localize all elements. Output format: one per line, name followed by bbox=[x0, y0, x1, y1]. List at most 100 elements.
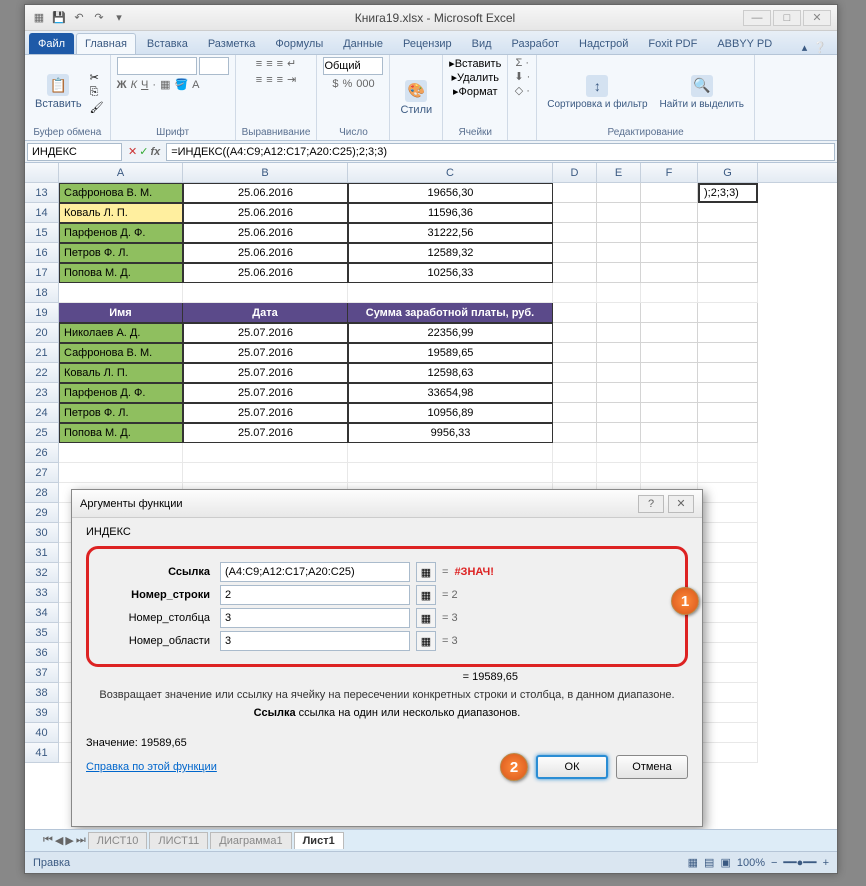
ref-picker-icon[interactable]: ▦ bbox=[416, 562, 436, 582]
row-header[interactable]: 20 bbox=[25, 323, 59, 343]
fill-down-icon[interactable]: ⬇ · bbox=[514, 70, 530, 83]
cell[interactable]: Сафронова В. М. bbox=[59, 343, 183, 363]
tab-review[interactable]: Рецензир bbox=[394, 33, 461, 54]
close-button[interactable]: ✕ bbox=[803, 10, 831, 26]
row-header[interactable]: 21 bbox=[25, 343, 59, 363]
align-bot-icon[interactable]: ≡ bbox=[277, 58, 283, 70]
fill-icon[interactable]: 🪣 bbox=[174, 78, 188, 91]
zoom-slider[interactable]: ━━●━━ bbox=[783, 856, 816, 869]
cell[interactable] bbox=[597, 203, 641, 223]
underline-button[interactable]: Ч bbox=[141, 79, 148, 91]
minimize-button[interactable]: — bbox=[743, 10, 771, 26]
view-break-icon[interactable]: ▣ bbox=[720, 856, 730, 869]
row-header[interactable]: 30 bbox=[25, 523, 59, 543]
cell[interactable] bbox=[553, 223, 597, 243]
sheet-tab[interactable]: ЛИСТ10 bbox=[88, 832, 148, 849]
delete-cells-button[interactable]: ▸Удалить bbox=[451, 71, 499, 84]
cell[interactable] bbox=[641, 243, 698, 263]
tab-data[interactable]: Данные bbox=[334, 33, 392, 54]
cell[interactable]: 12598,63 bbox=[348, 363, 553, 383]
cell[interactable]: 25.07.2016 bbox=[183, 343, 348, 363]
cell[interactable]: Петров Ф. Л. bbox=[59, 403, 183, 423]
find-select-button[interactable]: 🔍Найти и выделить bbox=[656, 73, 748, 112]
cell[interactable] bbox=[553, 243, 597, 263]
cell[interactable] bbox=[553, 203, 597, 223]
cell[interactable]: Попова М. Д. bbox=[59, 263, 183, 283]
cell[interactable] bbox=[553, 183, 597, 203]
cell[interactable]: Коваль Л. П. bbox=[59, 203, 183, 223]
help-link[interactable]: Справка по этой функции bbox=[86, 761, 217, 773]
cell[interactable]: 19656,30 bbox=[348, 183, 553, 203]
col-F[interactable]: F bbox=[641, 163, 698, 182]
row-header[interactable]: 32 bbox=[25, 563, 59, 583]
cell[interactable]: 11596,36 bbox=[348, 203, 553, 223]
help-icon[interactable]: ❔ bbox=[813, 41, 827, 54]
row-header[interactable]: 17 bbox=[25, 263, 59, 283]
header-cell[interactable]: Дата bbox=[183, 303, 348, 323]
currency-icon[interactable]: $ bbox=[332, 78, 338, 90]
select-all[interactable] bbox=[25, 163, 59, 182]
col-D[interactable]: D bbox=[553, 163, 597, 182]
row-header[interactable]: 22 bbox=[25, 363, 59, 383]
cell[interactable] bbox=[597, 243, 641, 263]
italic-button[interactable]: К bbox=[131, 79, 137, 91]
fx-icon[interactable]: fx bbox=[150, 146, 160, 158]
maximize-button[interactable]: □ bbox=[773, 10, 801, 26]
row-header[interactable]: 33 bbox=[25, 583, 59, 603]
align-left-icon[interactable]: ≡ bbox=[256, 74, 262, 86]
row-header[interactable]: 19 bbox=[25, 303, 59, 323]
cell[interactable]: 25.06.2016 bbox=[183, 263, 348, 283]
zoom-in-icon[interactable]: + bbox=[823, 857, 829, 869]
row-header[interactable]: 24 bbox=[25, 403, 59, 423]
tab-addins[interactable]: Надстрой bbox=[570, 33, 637, 54]
cell[interactable]: 19589,65 bbox=[348, 343, 553, 363]
cell[interactable]: 25.06.2016 bbox=[183, 183, 348, 203]
sheet-tab-active[interactable]: Лист1 bbox=[294, 832, 344, 849]
col-A[interactable]: A bbox=[59, 163, 183, 182]
row-header[interactable]: 16 bbox=[25, 243, 59, 263]
ref-picker-icon[interactable]: ▦ bbox=[416, 585, 436, 605]
tab-insert[interactable]: Вставка bbox=[138, 33, 197, 54]
cell[interactable]: 25.06.2016 bbox=[183, 223, 348, 243]
row-header[interactable]: 13 bbox=[25, 183, 59, 203]
font-color-icon[interactable]: A bbox=[192, 79, 199, 91]
cell[interactable] bbox=[698, 203, 758, 223]
row-header[interactable]: 28 bbox=[25, 483, 59, 503]
sheet-tab[interactable]: ЛИСТ11 bbox=[149, 832, 208, 849]
ribbon-minimize-icon[interactable]: ▴ bbox=[802, 41, 808, 54]
align-mid-icon[interactable]: ≡ bbox=[266, 58, 272, 70]
ref-picker-icon[interactable]: ▦ bbox=[416, 631, 436, 651]
bold-button[interactable]: Ж bbox=[117, 79, 127, 91]
save-icon[interactable]: 💾 bbox=[51, 10, 67, 26]
autosum-icon[interactable]: Σ · bbox=[516, 57, 530, 69]
cell[interactable]: 25.07.2016 bbox=[183, 403, 348, 423]
tab-home[interactable]: Главная bbox=[76, 33, 136, 54]
cell[interactable] bbox=[698, 263, 758, 283]
dialog-close-button[interactable]: ✕ bbox=[668, 495, 694, 513]
wrap-icon[interactable]: ↵ bbox=[287, 57, 296, 70]
row-header[interactable]: 27 bbox=[25, 463, 59, 483]
arg-col-input[interactable] bbox=[220, 608, 410, 628]
sheet-tab[interactable]: Диаграмма1 bbox=[210, 832, 291, 849]
cell[interactable]: Петров Ф. Л. bbox=[59, 243, 183, 263]
cell[interactable]: 9956,33 bbox=[348, 423, 553, 443]
tab-dev[interactable]: Разработ bbox=[503, 33, 568, 54]
row-header[interactable]: 34 bbox=[25, 603, 59, 623]
cell[interactable]: 10956,89 bbox=[348, 403, 553, 423]
cell[interactable]: Коваль Л. П. bbox=[59, 363, 183, 383]
redo-icon[interactable]: ↷ bbox=[91, 10, 107, 26]
col-B[interactable]: B bbox=[183, 163, 348, 182]
styles-button[interactable]: 🎨Стили bbox=[396, 78, 436, 118]
tab-nav-prev-icon[interactable]: ◀ bbox=[55, 834, 63, 847]
cell[interactable]: Попова М. Д. bbox=[59, 423, 183, 443]
cell[interactable]: 25.07.2016 bbox=[183, 363, 348, 383]
align-top-icon[interactable]: ≡ bbox=[256, 58, 262, 70]
cell[interactable]: Парфенов Д. Ф. bbox=[59, 223, 183, 243]
arg-ref-input[interactable] bbox=[220, 562, 410, 582]
row-header[interactable]: 39 bbox=[25, 703, 59, 723]
font-name-input[interactable] bbox=[117, 57, 197, 75]
cancel-button[interactable]: Отмена bbox=[616, 755, 688, 779]
brush-icon[interactable]: 🖌 bbox=[90, 101, 104, 114]
zoom-out-icon[interactable]: − bbox=[771, 857, 777, 869]
tab-nav-first-icon[interactable]: ⏮ bbox=[43, 834, 53, 847]
